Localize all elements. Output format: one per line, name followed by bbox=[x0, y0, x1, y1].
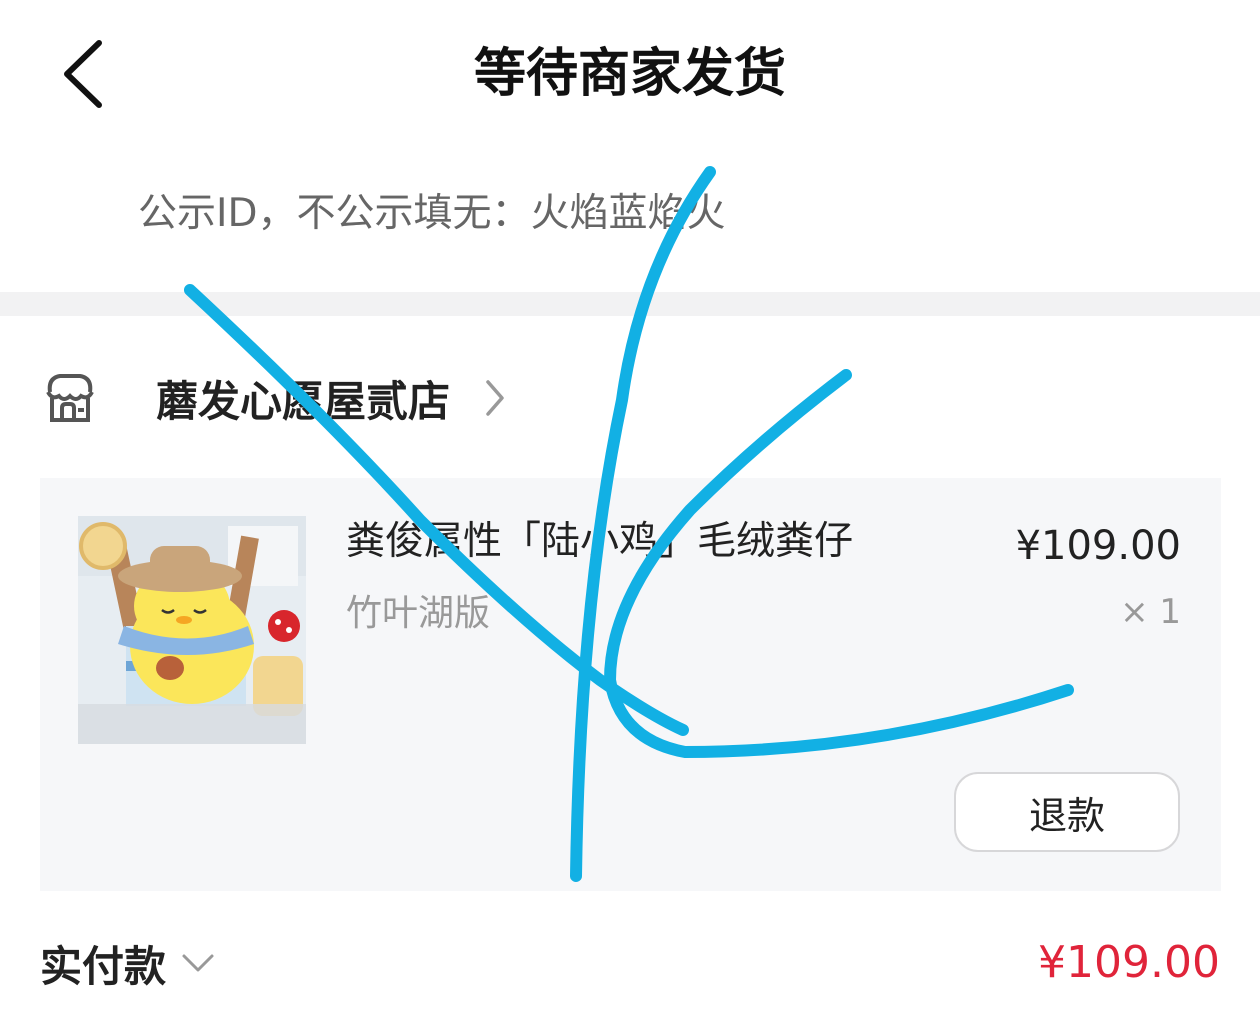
product-name[interactable]: 粪俊属性「陆小鸡」毛绒粪仔 bbox=[346, 516, 853, 568]
product-quantity: × 1 bbox=[1120, 592, 1181, 632]
order-note: 公示ID，不公示填无：火焰蓝焰火 bbox=[138, 191, 726, 236]
product-thumbnail[interactable] bbox=[78, 516, 306, 744]
paid-label: 实付款 bbox=[40, 941, 167, 991]
product-price: ¥109.00 bbox=[1015, 523, 1181, 569]
order-item-card[interactable]: 粪俊属性「陆小鸡」毛绒粪仔 竹叶湖版 ¥109.00 × 1 退款 bbox=[40, 478, 1221, 891]
page-title: 等待商家发货 bbox=[473, 44, 786, 104]
paid-amount: ¥109.00 bbox=[1038, 937, 1220, 988]
order-detail-page: 等待商家发货 公示ID，不公示填无：火焰蓝焰火 蘑发心愿屋贰店 粪俊属性「陆小鸡… bbox=[0, 0, 1260, 1012]
product-spec: 竹叶湖版 bbox=[346, 593, 491, 634]
section-divider bbox=[0, 292, 1260, 316]
store-link[interactable]: 蘑发心愿屋贰店 bbox=[40, 360, 506, 436]
chevron-right-icon bbox=[484, 378, 506, 418]
chevron-down-icon bbox=[180, 951, 216, 975]
paid-amount-toggle[interactable]: 实付款 bbox=[40, 930, 216, 996]
store-icon bbox=[40, 368, 100, 428]
store-name: 蘑发心愿屋贰店 bbox=[156, 376, 451, 426]
refund-button[interactable]: 退款 bbox=[954, 772, 1180, 852]
